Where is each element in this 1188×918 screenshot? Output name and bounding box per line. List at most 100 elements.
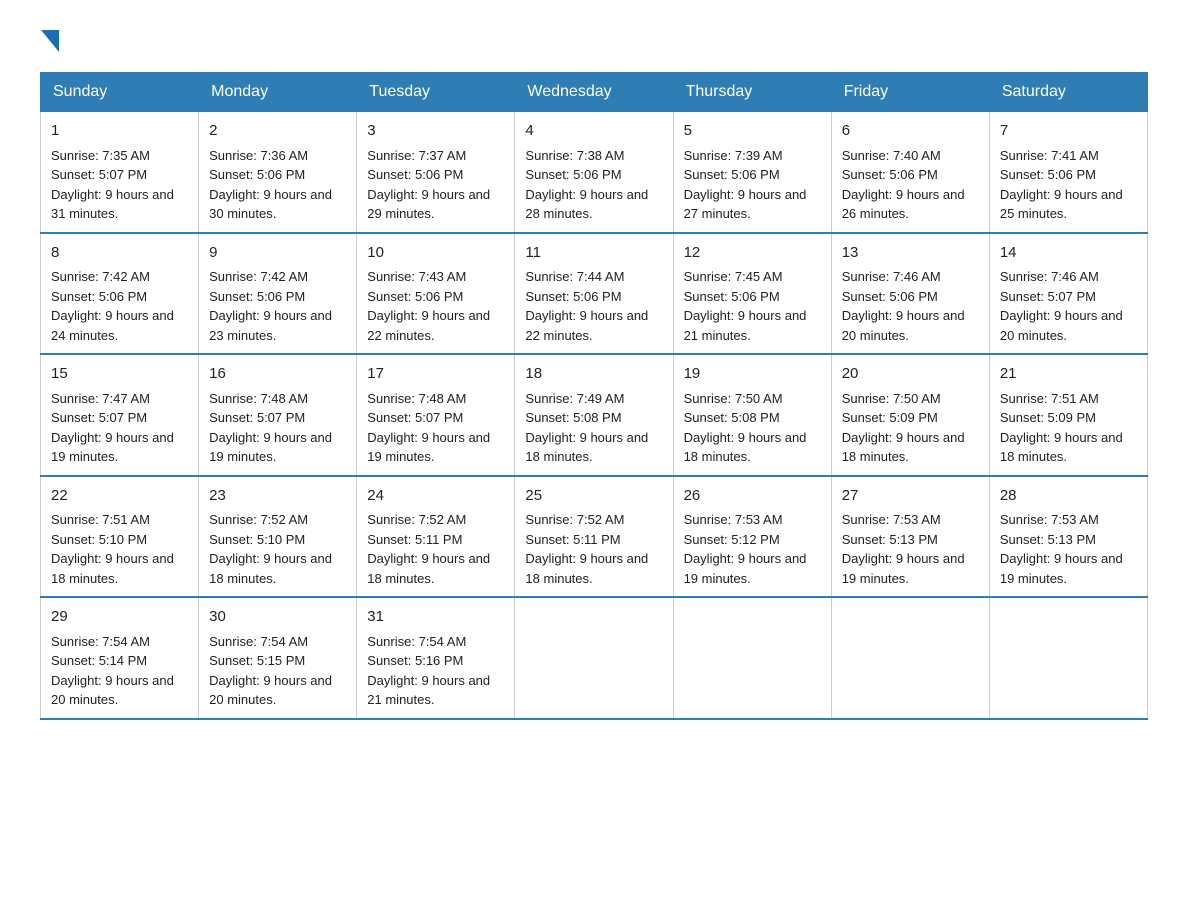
day-daylight: Daylight: 9 hours and 19 minutes. bbox=[51, 428, 188, 467]
calendar-table: SundayMondayTuesdayWednesdayThursdayFrid… bbox=[40, 72, 1148, 720]
day-number: 12 bbox=[684, 242, 821, 265]
day-sunrise: Sunrise: 7:52 AM bbox=[367, 510, 504, 530]
day-sunrise: Sunrise: 7:37 AM bbox=[367, 146, 504, 166]
day-sunset: Sunset: 5:07 PM bbox=[51, 165, 188, 185]
day-sunset: Sunset: 5:07 PM bbox=[367, 408, 504, 428]
calendar-cell: 30Sunrise: 7:54 AMSunset: 5:15 PMDayligh… bbox=[199, 597, 357, 719]
calendar-cell: 15Sunrise: 7:47 AMSunset: 5:07 PMDayligh… bbox=[41, 354, 199, 476]
day-sunset: Sunset: 5:06 PM bbox=[525, 165, 662, 185]
day-sunset: Sunset: 5:08 PM bbox=[525, 408, 662, 428]
calendar-cell: 1Sunrise: 7:35 AMSunset: 5:07 PMDaylight… bbox=[41, 112, 199, 233]
day-daylight: Daylight: 9 hours and 28 minutes. bbox=[525, 185, 662, 224]
day-sunrise: Sunrise: 7:42 AM bbox=[51, 267, 188, 287]
day-number: 24 bbox=[367, 485, 504, 508]
day-sunset: Sunset: 5:10 PM bbox=[51, 530, 188, 550]
day-daylight: Daylight: 9 hours and 20 minutes. bbox=[1000, 306, 1137, 345]
day-sunrise: Sunrise: 7:42 AM bbox=[209, 267, 346, 287]
col-header-tuesday: Tuesday bbox=[357, 73, 515, 112]
calendar-cell: 29Sunrise: 7:54 AMSunset: 5:14 PMDayligh… bbox=[41, 597, 199, 719]
day-sunset: Sunset: 5:07 PM bbox=[1000, 287, 1137, 307]
day-sunset: Sunset: 5:13 PM bbox=[1000, 530, 1137, 550]
day-number: 2 bbox=[209, 120, 346, 143]
logo bbox=[40, 30, 60, 52]
calendar-cell: 21Sunrise: 7:51 AMSunset: 5:09 PMDayligh… bbox=[989, 354, 1147, 476]
day-sunrise: Sunrise: 7:48 AM bbox=[209, 389, 346, 409]
day-sunrise: Sunrise: 7:39 AM bbox=[684, 146, 821, 166]
day-daylight: Daylight: 9 hours and 21 minutes. bbox=[684, 306, 821, 345]
calendar-cell: 3Sunrise: 7:37 AMSunset: 5:06 PMDaylight… bbox=[357, 112, 515, 233]
day-daylight: Daylight: 9 hours and 19 minutes. bbox=[684, 549, 821, 588]
day-sunset: Sunset: 5:13 PM bbox=[842, 530, 979, 550]
day-daylight: Daylight: 9 hours and 26 minutes. bbox=[842, 185, 979, 224]
day-sunset: Sunset: 5:06 PM bbox=[842, 287, 979, 307]
calendar-cell: 9Sunrise: 7:42 AMSunset: 5:06 PMDaylight… bbox=[199, 233, 357, 355]
day-sunrise: Sunrise: 7:50 AM bbox=[684, 389, 821, 409]
day-sunset: Sunset: 5:06 PM bbox=[842, 165, 979, 185]
day-number: 1 bbox=[51, 120, 188, 143]
calendar-cell: 26Sunrise: 7:53 AMSunset: 5:12 PMDayligh… bbox=[673, 476, 831, 598]
day-daylight: Daylight: 9 hours and 30 minutes. bbox=[209, 185, 346, 224]
calendar-cell: 5Sunrise: 7:39 AMSunset: 5:06 PMDaylight… bbox=[673, 112, 831, 233]
calendar-week-row: 15Sunrise: 7:47 AMSunset: 5:07 PMDayligh… bbox=[41, 354, 1148, 476]
calendar-cell: 24Sunrise: 7:52 AMSunset: 5:11 PMDayligh… bbox=[357, 476, 515, 598]
day-sunrise: Sunrise: 7:54 AM bbox=[209, 632, 346, 652]
calendar-cell bbox=[673, 597, 831, 719]
day-number: 20 bbox=[842, 363, 979, 386]
day-number: 17 bbox=[367, 363, 504, 386]
day-sunset: Sunset: 5:06 PM bbox=[209, 165, 346, 185]
day-number: 22 bbox=[51, 485, 188, 508]
day-number: 14 bbox=[1000, 242, 1137, 265]
calendar-cell: 19Sunrise: 7:50 AMSunset: 5:08 PMDayligh… bbox=[673, 354, 831, 476]
day-number: 8 bbox=[51, 242, 188, 265]
day-daylight: Daylight: 9 hours and 29 minutes. bbox=[367, 185, 504, 224]
calendar-cell: 23Sunrise: 7:52 AMSunset: 5:10 PMDayligh… bbox=[199, 476, 357, 598]
col-header-saturday: Saturday bbox=[989, 73, 1147, 112]
day-sunset: Sunset: 5:08 PM bbox=[684, 408, 821, 428]
calendar-cell: 27Sunrise: 7:53 AMSunset: 5:13 PMDayligh… bbox=[831, 476, 989, 598]
calendar-cell: 12Sunrise: 7:45 AMSunset: 5:06 PMDayligh… bbox=[673, 233, 831, 355]
calendar-cell bbox=[989, 597, 1147, 719]
day-sunrise: Sunrise: 7:51 AM bbox=[51, 510, 188, 530]
calendar-week-row: 22Sunrise: 7:51 AMSunset: 5:10 PM Dayligh… bbox=[41, 476, 1148, 598]
day-daylight: Daylight: 9 hours and 19 minutes. bbox=[367, 428, 504, 467]
day-number: 27 bbox=[842, 485, 979, 508]
day-number: 3 bbox=[367, 120, 504, 143]
day-sunset: Sunset: 5:11 PM bbox=[525, 530, 662, 550]
day-number: 29 bbox=[51, 606, 188, 629]
day-daylight: Daylight: 9 hours and 18 minutes. bbox=[684, 428, 821, 467]
day-sunset: Sunset: 5:12 PM bbox=[684, 530, 821, 550]
day-sunrise: Sunrise: 7:52 AM bbox=[209, 510, 346, 530]
day-sunrise: Sunrise: 7:53 AM bbox=[1000, 510, 1137, 530]
day-sunset: Sunset: 5:06 PM bbox=[1000, 165, 1137, 185]
calendar-cell: 7Sunrise: 7:41 AMSunset: 5:06 PMDaylight… bbox=[989, 112, 1147, 233]
day-number: 4 bbox=[525, 120, 662, 143]
day-daylight: Daylight: 9 hours and 24 minutes. bbox=[51, 306, 188, 345]
calendar-cell bbox=[515, 597, 673, 719]
day-sunrise: Sunrise: 7:35 AM bbox=[51, 146, 188, 166]
calendar-cell: 20Sunrise: 7:50 AMSunset: 5:09 PMDayligh… bbox=[831, 354, 989, 476]
day-sunrise: Sunrise: 7:52 AM bbox=[525, 510, 662, 530]
day-sunrise: Sunrise: 7:54 AM bbox=[367, 632, 504, 652]
day-sunrise: Sunrise: 7:54 AM bbox=[51, 632, 188, 652]
day-daylight: Daylight: 9 hours and 27 minutes. bbox=[684, 185, 821, 224]
day-sunset: Sunset: 5:09 PM bbox=[1000, 408, 1137, 428]
day-sunrise: Sunrise: 7:46 AM bbox=[1000, 267, 1137, 287]
calendar-cell: 2Sunrise: 7:36 AMSunset: 5:06 PMDaylight… bbox=[199, 112, 357, 233]
day-sunset: Sunset: 5:11 PM bbox=[367, 530, 504, 550]
day-sunset: Sunset: 5:06 PM bbox=[209, 287, 346, 307]
day-number: 10 bbox=[367, 242, 504, 265]
calendar-cell: 17Sunrise: 7:48 AMSunset: 5:07 PMDayligh… bbox=[357, 354, 515, 476]
day-daylight: Daylight: 9 hours and 18 minutes. bbox=[367, 549, 504, 588]
day-daylight: Daylight: 9 hours and 18 minutes. bbox=[525, 549, 662, 588]
day-number: 6 bbox=[842, 120, 979, 143]
day-sunrise: Sunrise: 7:51 AM bbox=[1000, 389, 1137, 409]
day-number: 28 bbox=[1000, 485, 1137, 508]
day-daylight: Daylight: 9 hours and 20 minutes. bbox=[842, 306, 979, 345]
day-sunset: Sunset: 5:07 PM bbox=[209, 408, 346, 428]
day-daylight: Daylight: 9 hours and 18 minutes. bbox=[1000, 428, 1137, 467]
calendar-week-row: 8Sunrise: 7:42 AMSunset: 5:06 PMDaylight… bbox=[41, 233, 1148, 355]
day-sunrise: Sunrise: 7:46 AM bbox=[842, 267, 979, 287]
day-number: 31 bbox=[367, 606, 504, 629]
col-header-friday: Friday bbox=[831, 73, 989, 112]
calendar-cell: 11Sunrise: 7:44 AMSunset: 5:06 PMDayligh… bbox=[515, 233, 673, 355]
